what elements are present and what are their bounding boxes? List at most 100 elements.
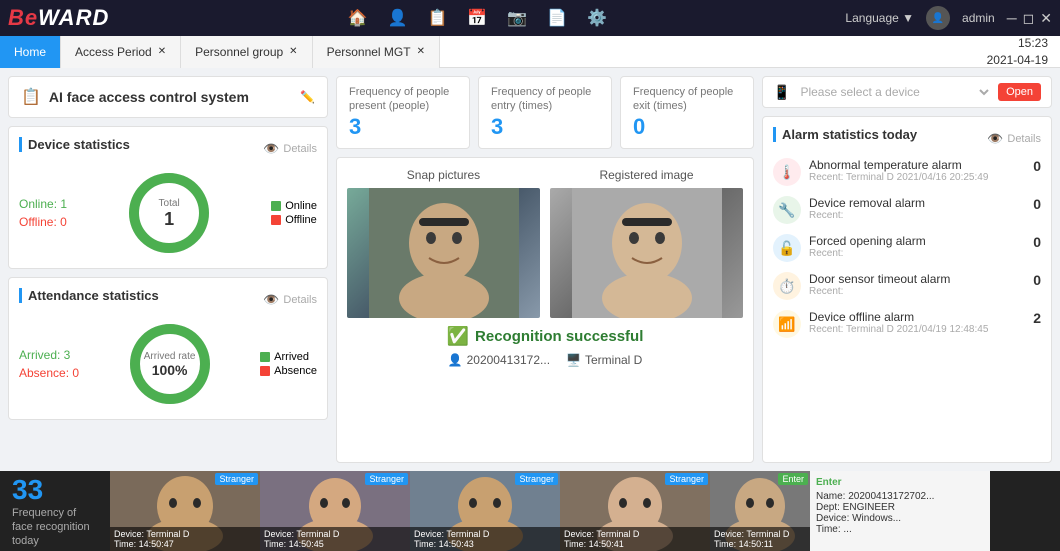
tab-personnel-mgt[interactable]: Personnel MGT ✕ xyxy=(313,36,440,68)
info-enter-badge: Enter xyxy=(816,477,984,488)
snap-pictures-col: Snap pictures xyxy=(347,168,540,318)
tab-personnel-group[interactable]: Personnel group ✕ xyxy=(181,36,312,68)
freq-exit-value: 0 xyxy=(633,114,741,140)
alarm-item-forced: 🔓 Forced opening alarm Recent: 0 xyxy=(773,234,1041,262)
tab-bar: Home Access Period ✕ Personnel group ✕ P… xyxy=(0,36,1060,68)
alarm-stats-title: Alarm statistics today xyxy=(773,127,917,142)
face-recognition-today-stat: 33 Frequency of face recognition today xyxy=(0,471,110,551)
info-time: Time: ... xyxy=(816,524,984,535)
alarm-offline-icon: 📶 xyxy=(773,310,801,338)
admin-label: admin xyxy=(962,11,995,25)
arrived-count: Arrived: 3 xyxy=(19,348,79,362)
freq-exit-card: Frequency of people exit (times) 0 xyxy=(620,76,754,149)
legend-arrived: Arrived xyxy=(260,351,317,363)
nav-icons-group: 🏠 👤 📋 📅 📷 📄 ⚙️ xyxy=(133,8,821,28)
online-count: Online: 1 xyxy=(19,197,67,211)
info-device: Device: Windows... xyxy=(816,513,984,524)
alarm-door-icon: ⏱️ xyxy=(773,272,801,300)
freq-present-card: Frequency of people present (people) 3 xyxy=(336,76,470,149)
nav-calendar-icon[interactable]: 📅 xyxy=(467,8,487,28)
device-selector-icon: 📱 xyxy=(773,84,790,101)
alarm-device-info: Device removal alarm Recent: xyxy=(809,196,1013,221)
system-title: AI face access control system xyxy=(49,89,292,105)
freq-present-label: Frequency of people present (people) xyxy=(349,85,457,114)
nav-camera-icon[interactable]: 📷 xyxy=(507,8,527,28)
bottom-item-5[interactable]: Enter Device: Terminal D Time: 14:50:11 xyxy=(710,471,810,551)
legend-online: Online xyxy=(271,200,317,212)
nav-settings-icon[interactable]: ⚙️ xyxy=(587,8,607,28)
registered-image-col: Registered image xyxy=(550,168,743,318)
device-donut: Total 1 xyxy=(124,168,214,258)
device-stats-title: Device statistics xyxy=(19,137,130,152)
alarm-door-info: Door sensor timeout alarm Recent: xyxy=(809,272,1013,297)
attendance-arrived-absence: Arrived: 3 Absence: 0 xyxy=(19,348,79,380)
top-right-area: Language ▼ 👤 admin ─ ◻ ✕ xyxy=(845,6,1052,30)
datetime-display: 15:23 2021-04-19 xyxy=(987,35,1060,69)
tab-access-period[interactable]: Access Period ✕ xyxy=(61,36,181,68)
avatar: 👤 xyxy=(926,6,950,30)
tab-close-personnel-mgt[interactable]: ✕ xyxy=(417,46,425,57)
bottom-strip: 33 Frequency of face recognition today S… xyxy=(0,471,1060,551)
tab-close-access-period[interactable]: ✕ xyxy=(158,46,166,57)
nav-person-icon[interactable]: 👤 xyxy=(388,8,408,28)
freq-exit-label: Frequency of people exit (times) xyxy=(633,85,741,114)
device-online-offline: Online: 1 Offline: 0 xyxy=(19,197,67,229)
nav-doc-icon[interactable]: 📄 xyxy=(547,8,567,28)
info-dept: Dept: ENGINEER xyxy=(816,502,984,513)
frequency-row: Frequency of people present (people) 3 F… xyxy=(336,76,754,149)
person-icon: 👤 xyxy=(448,353,463,367)
alarm-stats-card: Alarm statistics today 👁️ Details 🌡️ Abn… xyxy=(762,116,1052,463)
bottom-meta-2: Device: Terminal D Time: 14:50:45 xyxy=(260,527,410,551)
success-checkmark-icon: ✅ xyxy=(447,326,469,347)
alarm-forced-info: Forced opening alarm Recent: xyxy=(809,234,1013,259)
attendance-stats-row: Arrived: 3 Absence: 0 Arrived rate 100% xyxy=(19,319,317,409)
stranger-badge-3: Stranger xyxy=(515,473,558,485)
close-button[interactable]: ✕ xyxy=(1040,10,1052,27)
terminal-meta: 🖥️ Terminal D xyxy=(566,353,642,367)
nav-list-icon[interactable]: 📋 xyxy=(428,8,448,28)
offline-dot xyxy=(271,215,281,225)
maximize-button[interactable]: ◻ xyxy=(1023,10,1035,27)
face-images-row: Snap pictures Regis xyxy=(347,168,743,318)
minimize-button[interactable]: ─ xyxy=(1007,10,1017,27)
online-dot xyxy=(271,201,281,211)
alarm-forced-icon: 🔓 xyxy=(773,234,801,262)
recognition-meta: 👤 20200413172... 🖥️ Terminal D xyxy=(347,353,743,367)
bottom-meta-1: Device: Terminal D Time: 14:50:47 xyxy=(110,527,260,551)
open-device-button[interactable]: Open xyxy=(998,83,1041,101)
bottom-item-4[interactable]: Stranger Device: Terminal D Time: 14:50:… xyxy=(560,471,710,551)
tab-close-personnel-group[interactable]: ✕ xyxy=(289,46,297,57)
terminal-icon: 🖥️ xyxy=(566,353,581,367)
alarm-item-device: 🔧 Device removal alarm Recent: 0 xyxy=(773,196,1041,224)
attendance-stats-details[interactable]: 👁️ Details xyxy=(263,292,317,308)
person-id-meta: 👤 20200413172... xyxy=(448,353,550,367)
bottom-item-3[interactable]: Stranger Device: Terminal D Time: 14:50:… xyxy=(410,471,560,551)
bottom-item-1[interactable]: Stranger Device: Terminal D Time: 14:50:… xyxy=(110,471,260,551)
attendance-stats-card: Attendance statistics 👁️ Details Arrived… xyxy=(8,277,328,420)
legend-absence: Absence xyxy=(260,365,317,377)
stranger-badge-2: Stranger xyxy=(365,473,408,485)
info-name: Name: 20200413172702... xyxy=(816,491,984,502)
snap-image xyxy=(347,188,540,318)
bottom-item-2[interactable]: Stranger Device: Terminal D Time: 14:50:… xyxy=(260,471,410,551)
nav-home-icon[interactable]: 🏠 xyxy=(348,8,368,28)
alarm-item-temp: 🌡️ Abnormal temperature alarm Recent: Te… xyxy=(773,158,1041,186)
face-recognition-label: Frequency of face recognition today xyxy=(12,506,98,549)
edit-icon[interactable]: ✏️ xyxy=(300,90,315,104)
bottom-meta-5: Device: Terminal D Time: 14:50:11 xyxy=(710,527,810,551)
center-panel: Frequency of people present (people) 3 F… xyxy=(336,76,754,463)
attendance-legend: Arrived Absence xyxy=(260,351,317,377)
main-content: 📋 AI face access control system ✏️ Devic… xyxy=(0,68,1060,471)
language-button[interactable]: Language ▼ xyxy=(845,11,914,25)
device-stats-row: Online: 1 Offline: 0 Total 1 xyxy=(19,168,317,258)
stranger-badge-1: Stranger xyxy=(215,473,258,485)
device-select-dropdown[interactable]: Please select a device xyxy=(796,84,992,100)
enter-badge-5: Enter xyxy=(778,473,808,485)
bottom-meta-4: Device: Terminal D Time: 14:50:41 xyxy=(560,527,710,551)
alarm-stats-details[interactable]: 👁️ Details xyxy=(987,131,1041,147)
alarm-item-offline: 📶 Device offline alarm Recent: Terminal … xyxy=(773,310,1041,338)
absence-count: Absence: 0 xyxy=(19,366,79,380)
tab-home[interactable]: Home xyxy=(0,36,61,68)
device-stats-details[interactable]: 👁️ Details xyxy=(263,141,317,157)
snap-face-svg xyxy=(369,188,519,318)
